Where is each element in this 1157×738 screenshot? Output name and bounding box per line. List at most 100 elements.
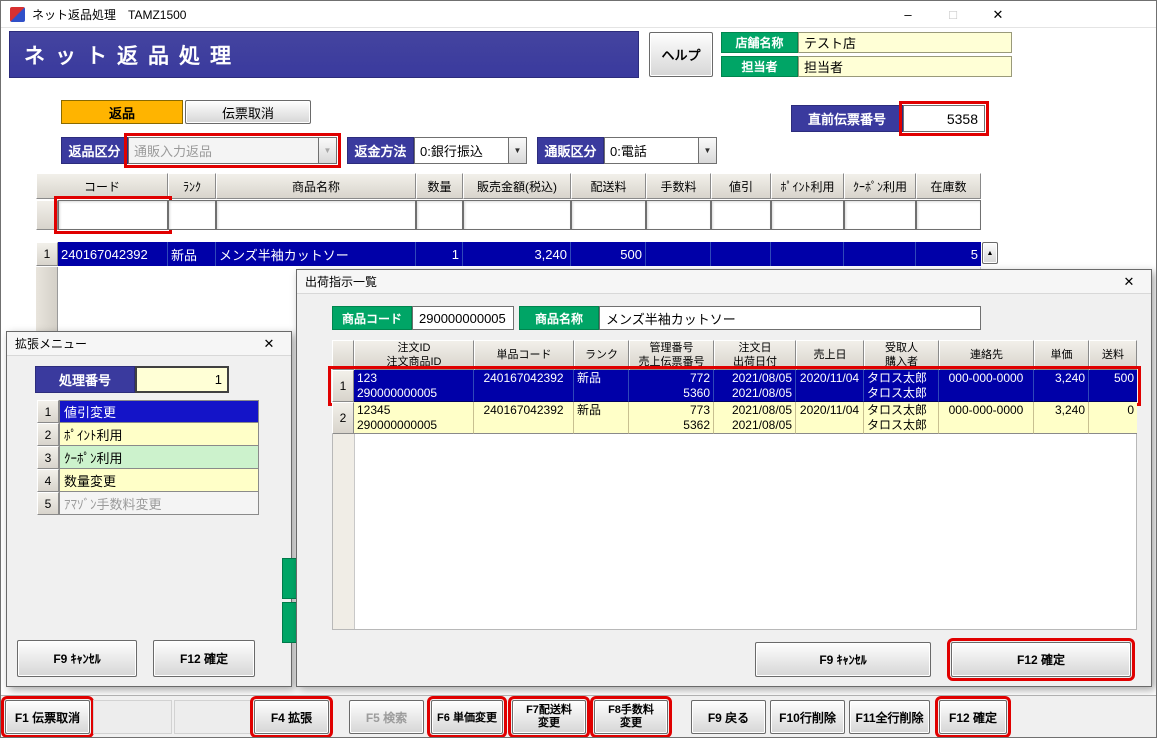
refund-method-select[interactable]: 0:銀行振込 ▼: [414, 137, 527, 164]
cell-receiver: タロス太郎 タロス太郎: [864, 402, 939, 434]
store-name-value: テスト店: [798, 32, 1012, 53]
f4-extension-button[interactable]: F4 拡張: [254, 700, 329, 734]
chevron-down-icon[interactable]: ▼: [508, 138, 526, 163]
app-window: ネット返品処理 TAMZ1500 – □ ✕ ネット返品処理 ヘルプ 店舗名称 …: [0, 0, 1157, 738]
order-division-value: 0:電話: [605, 138, 698, 163]
obscured-green-button-fragment: [282, 602, 297, 643]
menu-item-label: ｱﾏｿﾞﾝ手数料変更: [59, 492, 259, 515]
f6-unit-price-change-button[interactable]: F6 単価変更: [431, 700, 503, 734]
extension-menu-list: 1 値引変更 2 ﾎﾟｲﾝﾄ利用 3 ｸｰﾎﾟﾝ利用 4 数量変更 5 ｱﾏｿﾞ…: [37, 400, 259, 515]
cell-coupon: [844, 242, 916, 266]
menu-item-number: 5: [37, 492, 59, 515]
shipping-cancel-button[interactable]: F9 ｷｬﾝｾﾙ: [755, 642, 931, 677]
f10-delete-row-button[interactable]: F10行削除: [770, 700, 845, 734]
cell-manage-no: 773 5362: [629, 402, 714, 434]
menu-item-label: ｸｰﾎﾟﾝ利用: [59, 446, 259, 469]
entry-cell-name[interactable]: [216, 200, 416, 230]
menu-item-number: 1: [37, 400, 59, 423]
scrollbar-up-icon[interactable]: ▲: [982, 242, 998, 264]
col-header-stock: 在庫数: [916, 173, 981, 199]
menu-item-number: 2: [37, 423, 59, 446]
menu-item-coupon-use[interactable]: 3 ｸｰﾎﾟﾝ利用: [37, 446, 259, 469]
chevron-down-icon[interactable]: ▼: [318, 138, 336, 163]
order-division-select[interactable]: 0:電話 ▼: [604, 137, 717, 164]
cell-rank: 新品: [168, 242, 216, 266]
entry-cell-amount[interactable]: [463, 200, 571, 230]
col-header-amount: 販売金額(税込): [463, 173, 571, 199]
extension-menu-title-bar[interactable]: 拡張メニュー ✕: [7, 332, 291, 356]
corner-cell: [332, 340, 354, 370]
col-header-code: コード: [36, 173, 168, 199]
col-header-name: 商品名称: [216, 173, 416, 199]
staff-label: 担当者: [721, 56, 798, 77]
row-number-gutter: [333, 434, 355, 629]
f7-shipping-fee-change-button[interactable]: F7配送料 変更: [512, 700, 586, 734]
row-number-cell: 1: [36, 242, 58, 266]
f5-search-button: F5 検索: [349, 700, 424, 734]
menu-item-amazon-fee-change: 5 ｱﾏｿﾞﾝ手数料変更: [37, 492, 259, 515]
cell-order-date: 2021/08/05 2021/08/05: [714, 370, 796, 402]
menu-item-point-use[interactable]: 2 ﾎﾟｲﾝﾄ利用: [37, 423, 259, 446]
dialog-title: 出荷指示一覧: [305, 273, 377, 290]
store-name-label: 店舗名称: [721, 32, 798, 53]
shipping-row-selected[interactable]: 1 123 290000000005 240167042392 新品 772 5…: [332, 370, 1137, 402]
cell-rank: 新品: [574, 370, 629, 402]
shipping-row[interactable]: 2 12345 290000000005 240167042392 新品 773…: [332, 402, 1137, 434]
col-header-fee: 手数料: [646, 173, 711, 199]
col-header-rank: ランク: [574, 340, 629, 370]
f1-slip-cancel-button[interactable]: F1 伝票取消: [5, 700, 90, 734]
minimize-button[interactable]: –: [886, 1, 930, 28]
col-header-rank: ﾗﾝｸ: [168, 173, 216, 199]
f9-back-button[interactable]: F9 戻る: [691, 700, 766, 734]
entry-cell-fee[interactable]: [646, 200, 711, 230]
shipping-confirm-button[interactable]: F12 確定: [951, 642, 1131, 677]
slip-cancel-mode-button[interactable]: 伝票取消: [185, 100, 311, 124]
cell-discount: [711, 242, 771, 266]
return-mode-button[interactable]: 返品: [61, 100, 183, 124]
cell-code: 240167042392: [58, 242, 168, 266]
cell-contact: 000-000-0000: [939, 370, 1034, 402]
process-number-field[interactable]: 1: [135, 366, 229, 393]
cell-amount: 3,240: [463, 242, 571, 266]
col-header-discount: 値引: [711, 173, 771, 199]
col-header-manage-no: 管理番号 売上伝票番号: [629, 340, 714, 370]
close-button[interactable]: ✕: [976, 1, 1020, 28]
cell-order-id: 12345 290000000005: [354, 402, 474, 434]
shipping-list-title-bar[interactable]: 出荷指示一覧 ✕: [297, 270, 1151, 294]
menu-item-number: 3: [37, 446, 59, 469]
entry-cell-coupon[interactable]: [844, 200, 916, 230]
menu-item-discount-change[interactable]: 1 値引変更: [37, 400, 259, 423]
menu-item-quantity-change[interactable]: 4 数量変更: [37, 469, 259, 492]
entry-cell-discount[interactable]: [711, 200, 771, 230]
ext-menu-cancel-button[interactable]: F9 ｷｬﾝｾﾙ: [17, 640, 137, 677]
return-division-value: 通販入力返品: [129, 138, 318, 163]
f3-empty-slot: [174, 700, 252, 734]
f11-delete-all-rows-button[interactable]: F11全行削除: [849, 700, 930, 734]
entry-cell-qty[interactable]: [416, 200, 463, 230]
close-icon[interactable]: ✕: [255, 332, 283, 356]
return-division-label: 返品区分: [61, 137, 128, 164]
col-header-unit-price: 単価: [1034, 340, 1089, 370]
menu-item-number: 4: [37, 469, 59, 492]
menu-item-label: ﾎﾟｲﾝﾄ利用: [59, 423, 259, 446]
grid-data-row[interactable]: 1 240167042392 新品 メンズ半袖カットソー 1 3,240 500…: [36, 242, 981, 266]
entry-cell-code[interactable]: [58, 200, 168, 230]
product-code-value: 290000000005: [412, 306, 514, 330]
f12-confirm-button[interactable]: F12 確定: [939, 700, 1007, 734]
entry-cell-stock[interactable]: [916, 200, 981, 230]
cell-sales-date: 2020/11/04: [796, 402, 864, 434]
entry-cell-shipping[interactable]: [571, 200, 646, 230]
entry-cell-rank[interactable]: [168, 200, 216, 230]
cell-sales-date: 2020/11/04: [796, 370, 864, 402]
help-button[interactable]: ヘルプ: [649, 32, 713, 77]
col-header-order-id: 注文ID 注文商品ID: [354, 340, 474, 370]
entry-cell-point[interactable]: [771, 200, 844, 230]
col-header-point: ﾎﾟｲﾝﾄ利用: [771, 173, 844, 199]
window-title: ネット返品処理 TAMZ1500: [32, 6, 186, 23]
f8-fee-change-button[interactable]: F8手数料 変更: [594, 700, 668, 734]
chevron-down-icon[interactable]: ▼: [698, 138, 716, 163]
close-icon[interactable]: ✕: [1115, 270, 1143, 294]
ext-menu-confirm-button[interactable]: F12 確定: [153, 640, 255, 677]
return-division-select[interactable]: 通販入力返品 ▼: [128, 137, 337, 164]
cell-order-date: 2021/08/05 2021/08/05: [714, 402, 796, 434]
